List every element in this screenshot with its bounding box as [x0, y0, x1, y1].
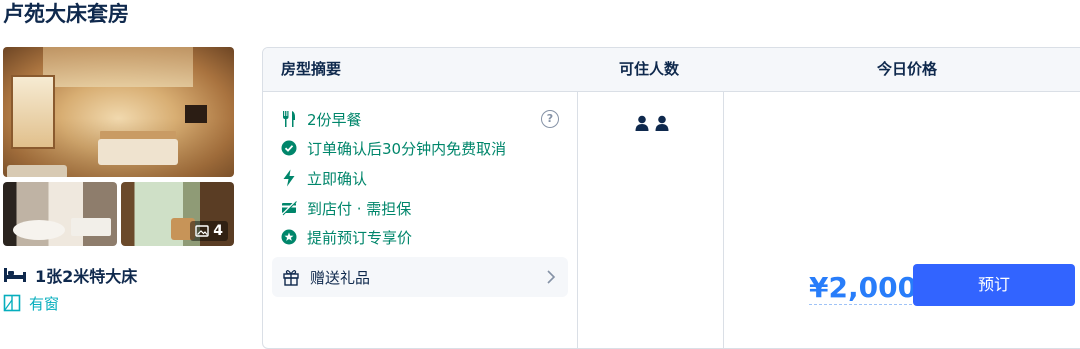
bed-icon: [4, 268, 26, 282]
benefit-breakfast: 2份早餐: [281, 108, 362, 130]
benefit-text: 订单确认后30分钟内免费取消: [307, 139, 507, 158]
window-icon: [3, 294, 21, 312]
help-icon[interactable]: ?: [541, 110, 559, 128]
check-circle-icon: [281, 140, 297, 156]
window-info: 有窗: [3, 292, 59, 314]
guest-count: [635, 115, 669, 131]
column-divider: [577, 91, 578, 348]
benefit-pay-at-hotel: 到店付 · 需担保: [281, 197, 411, 219]
photo-detail: [98, 139, 178, 165]
chevron-right-icon: [547, 270, 556, 284]
gift-icon: [283, 270, 299, 286]
gift-row[interactable]: 赠送礼品: [272, 257, 568, 297]
image-icon: [195, 225, 209, 237]
column-divider: [723, 91, 724, 348]
header-summary: 房型摘要: [281, 60, 342, 78]
photo-count: 4: [213, 223, 223, 239]
table-header: 房型摘要 可住人数 今日价格: [263, 48, 1080, 92]
photo-detail: [7, 165, 67, 177]
star-badge-icon: [281, 229, 297, 245]
bed-info: 1张2米特大床: [3, 262, 137, 288]
header-price: 今日价格: [877, 60, 938, 78]
room-photo-thumb-2[interactable]: 4: [121, 182, 234, 246]
photo-detail: [13, 220, 65, 240]
room-title: 卢苑大床套房: [3, 2, 129, 26]
photo-detail: [71, 218, 111, 236]
benefit-advance-price: 提前预订专享价: [281, 226, 412, 248]
room-photo-main[interactable]: [3, 47, 234, 177]
benefit-text: 2份早餐: [307, 110, 362, 129]
photo-detail: [185, 105, 207, 123]
photo-detail: [11, 75, 55, 149]
lightning-icon: [283, 169, 295, 187]
window-label: 有窗: [29, 294, 60, 313]
book-button[interactable]: 预订: [913, 264, 1075, 306]
photo-detail: [43, 47, 193, 87]
rate-table: 房型摘要 可住人数 今日价格 2份早餐 ? 订单确认后30分钟内免费取消 立即确…: [262, 47, 1080, 349]
benefit-instant-confirm: 立即确认: [281, 167, 367, 189]
pay-at-hotel-icon: [281, 200, 297, 216]
person-icon: [635, 115, 649, 131]
benefit-text: 提前预订专享价: [307, 228, 413, 247]
bed-label: 1张2米特大床: [35, 267, 138, 286]
room-photo-thumb-1[interactable]: [3, 182, 117, 246]
header-occupancy: 可住人数: [619, 60, 680, 78]
utensils-icon: [283, 111, 295, 127]
person-icon: [655, 115, 669, 131]
benefit-text: 立即确认: [307, 169, 368, 188]
gift-label: 赠送礼品: [310, 268, 371, 287]
benefit-text: 到店付 · 需担保: [307, 199, 412, 218]
photo-count-badge[interactable]: 4: [190, 221, 228, 241]
benefit-free-cancel: 订单确认后30分钟内免费取消: [281, 137, 506, 159]
price-value[interactable]: ¥2,000: [809, 272, 918, 305]
